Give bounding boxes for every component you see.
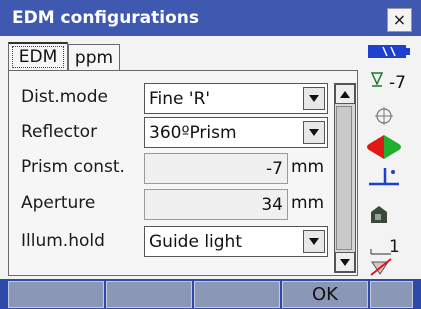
dist-mode-dropdown-button[interactable]: [303, 87, 325, 110]
aperture-label: Aperture: [21, 193, 96, 213]
scrollbar-thumb[interactable]: [336, 106, 352, 250]
tab-ppm-label: ppm: [74, 48, 114, 68]
battery-icon: [368, 45, 410, 58]
reflector-value: 360ºPrism: [149, 123, 237, 143]
prism-const-value: -7: [266, 159, 283, 179]
prism-constant-status: -7: [389, 73, 406, 93]
chevron-down-icon: [340, 259, 350, 266]
illum-hold-dropdown-button[interactable]: [303, 230, 325, 253]
illum-hold-select[interactable]: Guide light: [144, 226, 328, 257]
window-title: EDM configurations: [12, 8, 199, 28]
reflector-dropdown-button[interactable]: [303, 121, 325, 144]
close-icon: ×: [392, 10, 407, 29]
prism-const-label: Prism const.: [21, 157, 125, 177]
scroll-up-button[interactable]: [335, 84, 355, 104]
tilt-crosshair-icon: [375, 107, 393, 125]
dist-mode-select[interactable]: Fine 'R': [144, 83, 328, 114]
chevron-down-icon: [309, 129, 319, 136]
chevron-down-icon: [309, 95, 319, 102]
chevron-up-icon: [340, 91, 350, 98]
ok-button[interactable]: OK: [282, 281, 368, 308]
scrollbar[interactable]: [334, 83, 356, 273]
prism-const-field[interactable]: -7: [144, 153, 288, 184]
tab-edm-label: EDM: [12, 46, 64, 68]
prism-constant-icon: [370, 72, 384, 87]
softkey-2[interactable]: [106, 281, 192, 308]
guide-light-icon: [367, 135, 401, 159]
laser-count: 1: [389, 237, 400, 257]
laser-pointer-icon: [370, 249, 391, 255]
softkey-bar: OK: [0, 279, 421, 309]
tab-ppm[interactable]: ppm: [68, 44, 120, 72]
status-icons-svg: -7 1: [367, 45, 410, 276]
ok-button-label: OK: [312, 284, 338, 305]
close-button[interactable]: ×: [387, 8, 412, 32]
softkey-1[interactable]: [8, 281, 104, 308]
aperture-value: 34: [261, 195, 283, 215]
dist-mode-label: Dist.mode: [21, 87, 108, 107]
softkey-3[interactable]: [194, 281, 280, 308]
tab-edm[interactable]: EDM: [8, 42, 68, 70]
dist-mode-value: Fine 'R': [149, 89, 211, 109]
target-reflector-icon: [369, 168, 399, 186]
prism-const-unit: mm: [291, 157, 325, 177]
aperture-unit: mm: [291, 193, 325, 213]
status-icons-column: -7 1: [361, 40, 419, 276]
illum-hold-value: Guide light: [149, 232, 243, 252]
softkey-5[interactable]: [370, 281, 413, 308]
chevron-down-icon: [309, 238, 319, 245]
reflector-label: Reflector: [21, 122, 98, 142]
illum-hold-label: Illum.hold: [21, 231, 105, 251]
title-bar: EDM configurations ×: [0, 0, 421, 36]
reflector-select[interactable]: 360ºPrism: [144, 117, 328, 148]
aperture-field[interactable]: 34: [144, 189, 288, 220]
interface-status-icon: [371, 206, 387, 223]
scroll-down-button[interactable]: [335, 252, 355, 272]
no-guide-icon: [370, 258, 392, 276]
